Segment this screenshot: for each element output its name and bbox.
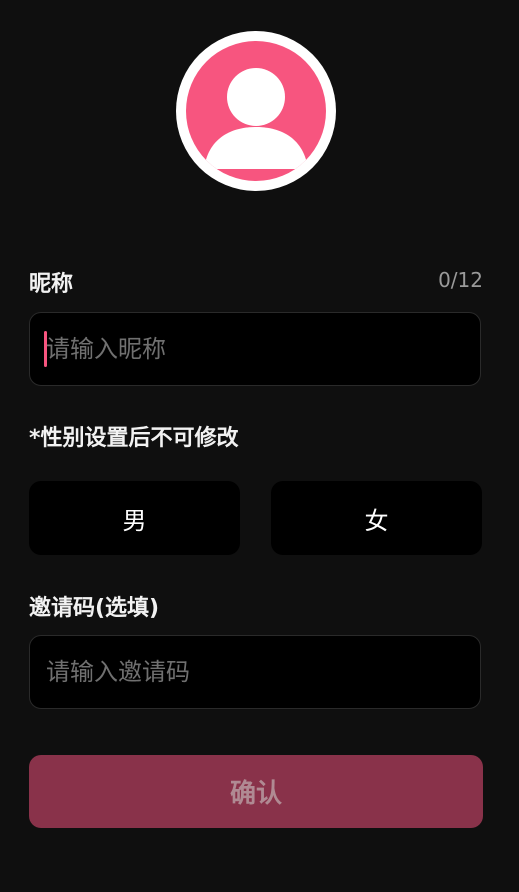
user-avatar-icon xyxy=(186,41,326,181)
invite-code-label: 邀请码(选填) xyxy=(29,596,160,621)
gender-female-button[interactable]: 女 xyxy=(271,481,482,555)
gender-male-button[interactable]: 男 xyxy=(29,481,240,555)
nickname-label: 昵称 xyxy=(29,272,74,297)
invite-code-field[interactable] xyxy=(29,635,481,709)
gender-notice: *性别设置后不可修改 xyxy=(29,426,239,451)
confirm-button[interactable]: 确认 xyxy=(29,755,483,828)
nickname-counter: 0/12 xyxy=(438,268,483,292)
invite-code-input[interactable] xyxy=(46,636,466,708)
nickname-field[interactable] xyxy=(29,312,481,386)
avatar[interactable] xyxy=(176,31,336,191)
nickname-input[interactable] xyxy=(46,313,466,385)
